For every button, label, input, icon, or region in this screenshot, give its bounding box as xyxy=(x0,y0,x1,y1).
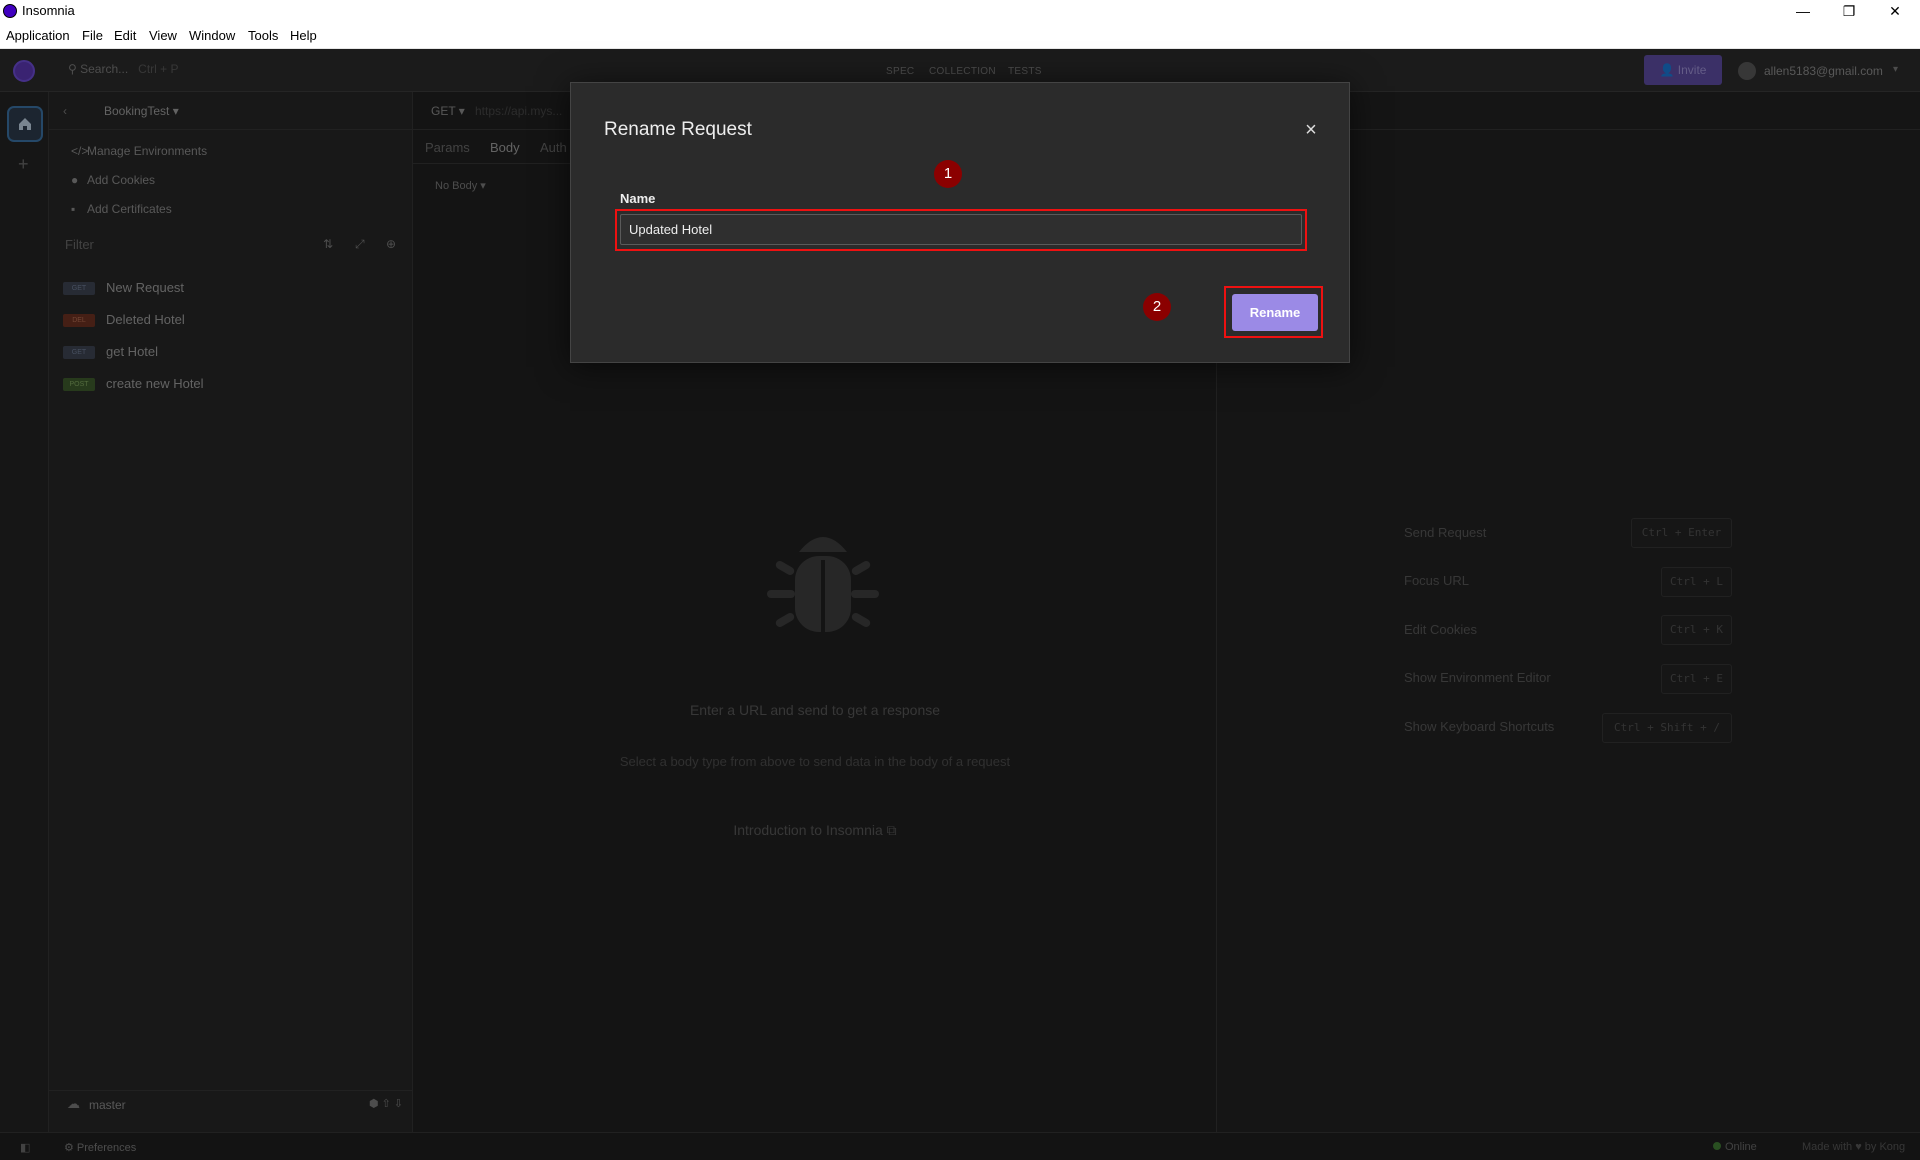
window-title: Insomnia xyxy=(22,3,75,18)
maximize-button[interactable]: ❐ xyxy=(1826,0,1872,22)
rename-button[interactable]: Rename xyxy=(1232,294,1318,331)
menu-tools[interactable]: Tools xyxy=(248,28,278,43)
menu-help[interactable]: Help xyxy=(290,28,317,43)
rename-request-modal: Rename Request × 1 Name Updated Hotel 2 … xyxy=(570,82,1350,363)
name-input[interactable]: Updated Hotel xyxy=(620,214,1302,245)
menu-application[interactable]: Application xyxy=(6,28,70,43)
menu-edit[interactable]: Edit xyxy=(114,28,136,43)
title-bar: Insomnia — ❐ ✕ xyxy=(0,0,1920,22)
step-badge-2: 2 xyxy=(1143,293,1171,321)
close-icon[interactable]: × xyxy=(1299,118,1323,142)
menu-view[interactable]: View xyxy=(149,28,177,43)
close-window-button[interactable]: ✕ xyxy=(1872,0,1918,22)
menu-bar: Application File Edit View Window Tools … xyxy=(0,22,1920,49)
modal-title: Rename Request xyxy=(604,119,752,140)
menu-file[interactable]: File xyxy=(82,28,103,43)
insomnia-logo-icon xyxy=(3,4,17,18)
menu-window[interactable]: Window xyxy=(189,28,235,43)
name-label: Name xyxy=(620,191,656,206)
minimize-button[interactable]: — xyxy=(1780,0,1826,22)
step-badge-1: 1 xyxy=(934,160,962,188)
